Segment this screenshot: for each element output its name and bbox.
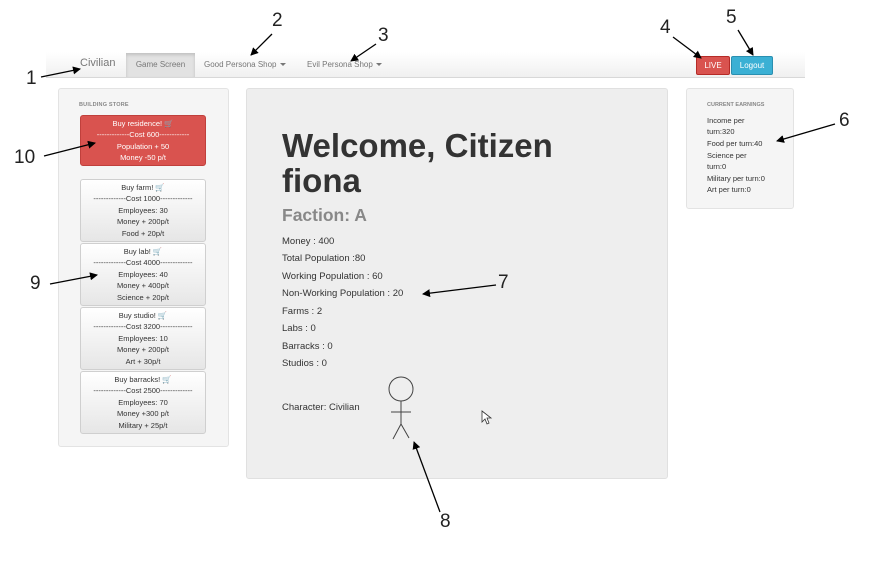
stat-non-working-population: Non-Working Population : 20 — [282, 288, 404, 299]
evil-shop-label: Evil Persona Shop — [307, 60, 373, 69]
stat-money: Money : 400 — [282, 236, 335, 247]
earnings-line: turn:0 — [707, 162, 727, 171]
live-button[interactable]: LIVE — [696, 56, 730, 75]
logout-button[interactable]: Logout — [731, 56, 773, 75]
tab-game-screen[interactable]: Game Screen — [126, 53, 195, 77]
evil-persona-shop-dropdown[interactable]: Evil Persona Shop — [307, 53, 382, 77]
callout-label: 6 — [839, 110, 850, 131]
earnings-line: Food per turn:40 — [707, 139, 763, 148]
effect-label: Science + 20p/t — [117, 292, 169, 302]
earnings-line: turn:320 — [707, 127, 735, 136]
stat-farms: Farms : 2 — [282, 306, 323, 317]
callout-label: 3 — [378, 25, 389, 46]
caret-down-icon — [279, 63, 286, 67]
buy-lab-button[interactable]: Buy lab! 🛒 -------------Cost 4000-------… — [80, 243, 206, 306]
buy-studio-button[interactable]: Buy studio! 🛒 -------------Cost 3200----… — [80, 307, 206, 370]
effect-label: Employees: 70 — [118, 397, 168, 407]
buy-label: Buy residence! 🛒 — [112, 119, 174, 128]
cost-label: -------------Cost 3200------------- — [93, 322, 193, 332]
faction-heading: Faction: A — [282, 205, 367, 225]
cost-label: -------------Cost 2500------------- — [93, 386, 193, 396]
stat-studios: Studios : 0 — [282, 358, 327, 369]
navbar-brand[interactable]: Civilian — [80, 57, 115, 69]
buy-label: Buy studio! 🛒 — [118, 311, 168, 320]
stat-working-population: Working Population : 60 — [282, 271, 383, 282]
cost-label: -------------Cost 4000------------- — [93, 258, 193, 268]
callout-label: 8 — [440, 511, 451, 532]
stat-total-population: Total Population :80 — [282, 253, 366, 264]
stat-labs: Labs : 0 — [282, 323, 316, 334]
building-store-title: BUILDING STORE — [79, 102, 129, 108]
callout-label: 7 — [498, 272, 509, 293]
effect-label: Money -50 p/t — [120, 153, 166, 163]
earnings-line: Military per turn:0 — [707, 174, 765, 183]
effect-label: Art + 30p/t — [125, 356, 161, 366]
callout-label: 1 — [26, 68, 37, 89]
stat-barracks: Barracks : 0 — [282, 341, 333, 352]
buy-farm-button[interactable]: Buy farm! 🛒 -------------Cost 1000------… — [80, 179, 206, 242]
effect-label: Population + 50 — [116, 141, 170, 151]
buy-label: Buy lab! 🛒 — [123, 247, 163, 256]
good-persona-shop-dropdown[interactable]: Good Persona Shop — [204, 53, 286, 77]
callout-label: 5 — [726, 7, 737, 28]
welcome-heading: Welcome, Citizen fiona — [282, 127, 553, 199]
character-label: Character: Civilian — [282, 402, 360, 413]
effect-label: Employees: 40 — [118, 269, 168, 279]
good-shop-label: Good Persona Shop — [204, 60, 277, 69]
cost-label: -------------Cost 600------------ — [96, 130, 190, 140]
earnings-line: Art per turn:0 — [707, 185, 751, 194]
earnings-line: Income per — [707, 116, 745, 125]
caret-down-icon — [375, 63, 382, 67]
earnings-line: Science per — [707, 151, 747, 160]
buy-barracks-button[interactable]: Buy barracks! 🛒 -------------Cost 2500--… — [80, 371, 206, 434]
buy-residence-button[interactable]: Buy residence! 🛒 -------------Cost 600--… — [80, 115, 206, 166]
buy-label: Buy farm! 🛒 — [121, 183, 165, 192]
effect-label: Money + 200p/t — [117, 345, 169, 355]
effect-label: Money +300 p/t — [117, 409, 169, 419]
current-earnings-title: CURRENT EARNINGS — [707, 102, 765, 108]
callout-label: 4 — [660, 17, 671, 38]
callout-label: 9 — [30, 273, 41, 294]
callout-label: 10 — [14, 147, 36, 168]
effect-label: Employees: 30 — [118, 205, 168, 215]
cost-label: -------------Cost 1000------------- — [93, 194, 193, 204]
effect-label: Military + 25p/t — [118, 420, 168, 430]
callout-label: 2 — [272, 10, 283, 31]
buy-label: Buy barracks! 🛒 — [114, 375, 172, 384]
effect-label: Employees: 10 — [118, 333, 168, 343]
effect-label: Money + 200p/t — [117, 217, 169, 227]
effect-label: Money + 400p/t — [117, 281, 169, 291]
effect-label: Food + 20p/t — [121, 228, 165, 238]
